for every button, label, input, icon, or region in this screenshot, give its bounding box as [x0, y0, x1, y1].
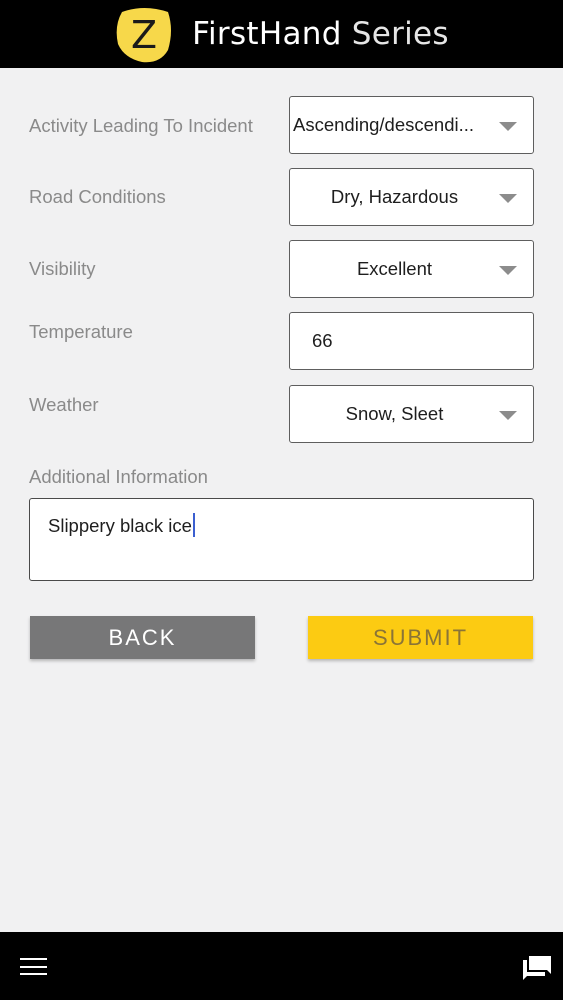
app-title: FirstHand Series	[192, 16, 449, 52]
text-cursor	[192, 513, 195, 537]
weather-label: Weather	[29, 394, 99, 415]
caret-down-icon	[499, 411, 517, 420]
visibility-value: Excellent	[356, 258, 433, 279]
activity-select[interactable]: Ascending/descendi...	[289, 96, 534, 154]
logo-icon: Z	[116, 8, 172, 63]
activity-label: Activity Leading To Incident	[29, 115, 253, 136]
additional-info-value: Slippery black ice	[48, 515, 192, 536]
temperature-input[interactable]: 66	[289, 312, 534, 370]
weather-value: Snow, Sleet	[345, 403, 444, 424]
back-button[interactable]: BACK	[30, 616, 255, 659]
brand-second: Series	[351, 16, 449, 52]
additional-info-label: Additional Information	[29, 466, 208, 487]
brand: Z FirstHand Series	[114, 4, 449, 64]
road-conditions-select[interactable]: Dry, Hazardous	[289, 168, 534, 226]
temperature-value: 66	[312, 330, 333, 351]
chat-bubble-icon[interactable]	[521, 950, 553, 982]
additional-info-textarea[interactable]: Slippery black ice	[29, 498, 534, 581]
bottom-bar	[0, 932, 563, 1000]
road-conditions-label: Road Conditions	[29, 186, 166, 207]
caret-down-icon	[499, 266, 517, 275]
temperature-label: Temperature	[29, 321, 133, 342]
submit-button[interactable]: SUBMIT	[308, 616, 533, 659]
visibility-label: Visibility	[29, 258, 96, 279]
road-conditions-value: Dry, Hazardous	[330, 186, 459, 207]
visibility-select[interactable]: Excellent	[289, 240, 534, 298]
logo-letter: Z	[131, 13, 157, 57]
caret-down-icon	[499, 122, 517, 131]
brand-first: FirstHand	[192, 16, 342, 52]
hamburger-menu-icon[interactable]	[20, 958, 47, 976]
app-header: Z FirstHand Series	[0, 0, 563, 68]
caret-down-icon	[499, 194, 517, 203]
activity-value: Ascending/descendi...	[293, 114, 475, 135]
weather-select[interactable]: Snow, Sleet	[289, 385, 534, 443]
